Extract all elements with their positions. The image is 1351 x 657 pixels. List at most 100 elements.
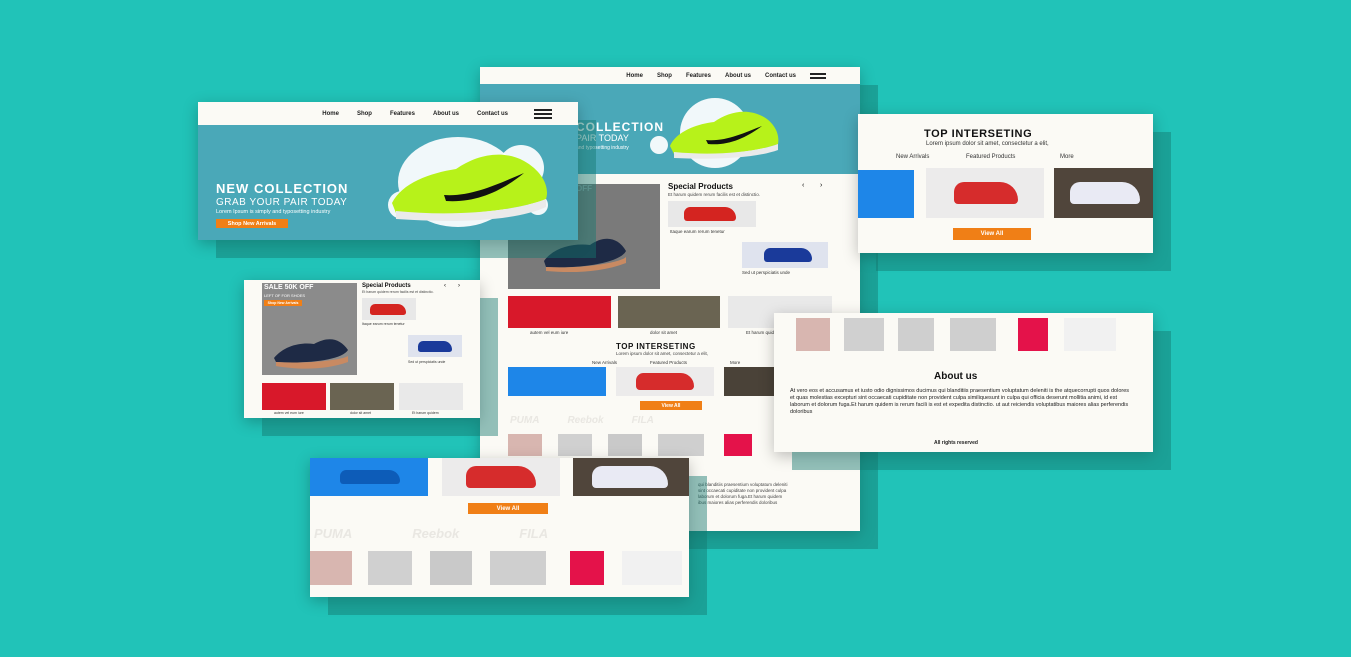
special-small-item-2-label: Sed ut perspiciatis unde bbox=[408, 360, 446, 364]
special-title-small: Special Products bbox=[362, 283, 411, 289]
special-small-row-1 bbox=[262, 383, 326, 410]
hero-nav-contact[interactable]: Contact us bbox=[477, 111, 508, 117]
bottom-mockup: View All PUMA Reebok FILA s bbox=[310, 458, 689, 597]
hero-nav-shop[interactable]: Shop bbox=[357, 111, 372, 117]
tr-view-all-button[interactable]: View All bbox=[953, 228, 1031, 240]
interesting-subtitle: Lorem ipsum dolor sit amet, consectetur … bbox=[616, 351, 709, 356]
tr-shoe-blue bbox=[858, 170, 914, 218]
interesting-title-large: TOP INTERSETING bbox=[924, 128, 1033, 140]
thumb-5 bbox=[724, 434, 752, 456]
nav-about[interactable]: About us bbox=[725, 73, 751, 79]
special-small-row-label-2: dolor sit amet bbox=[350, 411, 372, 415]
center-about-partial-4: ibus maiores alias perferendis doloribus bbox=[698, 500, 778, 505]
tab-more[interactable]: More bbox=[730, 360, 740, 365]
about-mockup: About us At vero eos et accusamus et ius… bbox=[774, 313, 1153, 452]
hero-nav: Home Shop Features About us Contact us bbox=[198, 102, 578, 125]
special-small-row-label-3: Et harum quidem bbox=[412, 411, 439, 415]
center-nav: Home Shop Features About us Contact us bbox=[480, 67, 860, 84]
special-prev-icon[interactable]: ‹ bbox=[802, 182, 804, 189]
center-about-partial-2: sint occaecati cupiditate non provident … bbox=[698, 488, 787, 493]
row-shoe-2 bbox=[618, 296, 720, 328]
bl-view-all-button[interactable]: View All bbox=[468, 503, 548, 514]
hero-banner: NEW COLLECTION GRAB YOUR PAIR TODAY Lore… bbox=[198, 125, 578, 240]
hero-menu-icon[interactable] bbox=[534, 107, 552, 121]
tab-new-arrivals[interactable]: New Arrivals bbox=[592, 360, 617, 365]
hero-nav-home[interactable]: Home bbox=[322, 111, 339, 117]
hero-cta-button[interactable]: Shop New Arrivals bbox=[216, 219, 288, 228]
sale-banner-line: LEFT OF FOR SHOES bbox=[264, 293, 306, 298]
special-small-next-icon[interactable]: › bbox=[458, 283, 460, 289]
hero-shoe-image bbox=[670, 111, 779, 159]
bl-brand-puma: PUMA bbox=[314, 526, 353, 541]
tab-new-arrivals-large[interactable]: New Arrivals bbox=[896, 154, 929, 160]
center-about-partial-1: qui blanditiis praesentium voluptatum de… bbox=[698, 482, 788, 487]
bl-brand-reebok: Reebok bbox=[412, 526, 460, 541]
special-small-prev-icon[interactable]: ‹ bbox=[444, 283, 446, 289]
hero-mockup: Home Shop Features About us Contact us N… bbox=[198, 102, 578, 240]
bl-thumb-5 bbox=[570, 551, 604, 585]
hero-tagline: Lorem Ipsum is simply and typosetting in… bbox=[216, 209, 331, 215]
hero-nav-about[interactable]: About us bbox=[433, 111, 459, 117]
thumb-2 bbox=[558, 434, 592, 456]
interesting-title: TOP INTERSETING bbox=[616, 342, 696, 351]
special-item-2-label: Sed ut perspiciatis unde bbox=[742, 270, 791, 275]
bl-brand-fila: FILA bbox=[519, 526, 549, 541]
nav-shop[interactable]: Shop bbox=[657, 73, 672, 79]
bl-thumb-6 bbox=[622, 551, 682, 585]
sale-banner-title: SALE 50K OFF bbox=[264, 284, 314, 291]
about-thumb-1 bbox=[796, 318, 830, 351]
center-brand-logos: PUMA Reebok FILA bbox=[510, 415, 654, 426]
special-small-row-label-1: autem vel eum iure bbox=[274, 411, 304, 415]
about-body: At vero eos et accusamus et iusto odio d… bbox=[790, 388, 1130, 415]
hero-partial-title: COLLECTION bbox=[576, 120, 664, 134]
tab-featured-large[interactable]: Featured Products bbox=[966, 154, 1015, 160]
nav-features[interactable]: Features bbox=[686, 73, 711, 79]
special-item-1-label: Itaque earum rerum tenetur bbox=[670, 229, 725, 234]
row-label-2: dolor sit amet bbox=[650, 330, 678, 335]
brand-reebok: Reebok bbox=[567, 415, 604, 426]
special-next-icon[interactable]: › bbox=[820, 182, 822, 189]
thumb-3 bbox=[608, 434, 642, 456]
about-footer: All rights reserved bbox=[934, 440, 978, 446]
special-subtitle: Et harum quidem rerum facilis est et dis… bbox=[668, 192, 761, 197]
about-thumb-6 bbox=[1064, 318, 1116, 351]
interesting-subtitle-large: Lorem ipsum dolor sit amet, consectetur … bbox=[926, 141, 1049, 147]
brand-fila: FILA bbox=[631, 415, 654, 426]
row-label-1: autem vel eum iure bbox=[530, 330, 569, 335]
center-about-partial-3: laborum et dolorum fuga.Et harum quidem bbox=[698, 494, 783, 499]
nav-contact[interactable]: Contact us bbox=[765, 73, 796, 79]
sale-banner-shoe bbox=[274, 339, 348, 369]
tab-featured[interactable]: Featured Products bbox=[650, 360, 687, 365]
tab-more-large[interactable]: More bbox=[1060, 154, 1074, 160]
about-thumb-2 bbox=[844, 318, 884, 351]
sale-banner-button[interactable]: Shop New Arrivals bbox=[264, 300, 302, 306]
hero-main-shoe-image bbox=[392, 154, 548, 221]
about-thumb-3 bbox=[898, 318, 934, 351]
special-title: Special Products bbox=[668, 182, 733, 191]
hero-partial-tagline: and typosetting industry bbox=[576, 145, 629, 151]
about-title: About us bbox=[934, 371, 978, 382]
bl-thumb-4 bbox=[490, 551, 546, 585]
about-thumb-5 bbox=[1018, 318, 1048, 351]
bl-thumb-1 bbox=[310, 551, 352, 585]
bl-brand-logos: PUMA Reebok FILA bbox=[314, 526, 548, 541]
thumb-4 bbox=[658, 434, 704, 456]
special-small-row-3 bbox=[399, 383, 463, 410]
special-small-item-1-label: Itaque earum rerum tenetur bbox=[362, 322, 405, 326]
hero-title: NEW COLLECTION bbox=[216, 181, 349, 196]
center-view-all-button[interactable]: View All bbox=[640, 401, 702, 410]
hero-subtitle: GRAB YOUR PAIR TODAY bbox=[216, 197, 348, 208]
row-shoe-1 bbox=[508, 296, 611, 328]
sale-partial: OFF bbox=[576, 184, 592, 193]
menu-icon[interactable] bbox=[810, 71, 826, 81]
bl-thumb-2 bbox=[368, 551, 412, 585]
top-interesting-mockup: TOP INTERSETING Lorem ipsum dolor sit am… bbox=[858, 114, 1153, 253]
hero-nav-features[interactable]: Features bbox=[390, 111, 415, 117]
int-shoe-1 bbox=[508, 367, 606, 396]
special-mockup: SALE 50K OFF LEFT OF FOR SHOES Shop New … bbox=[244, 280, 480, 418]
special-subtitle-small: Et harum quidem rerum facilis est et dis… bbox=[362, 290, 434, 294]
thumb-1 bbox=[508, 434, 542, 456]
hero-partial-subtitle: PAIR TODAY bbox=[576, 133, 629, 143]
about-thumb-4 bbox=[950, 318, 996, 351]
nav-home[interactable]: Home bbox=[626, 73, 643, 79]
